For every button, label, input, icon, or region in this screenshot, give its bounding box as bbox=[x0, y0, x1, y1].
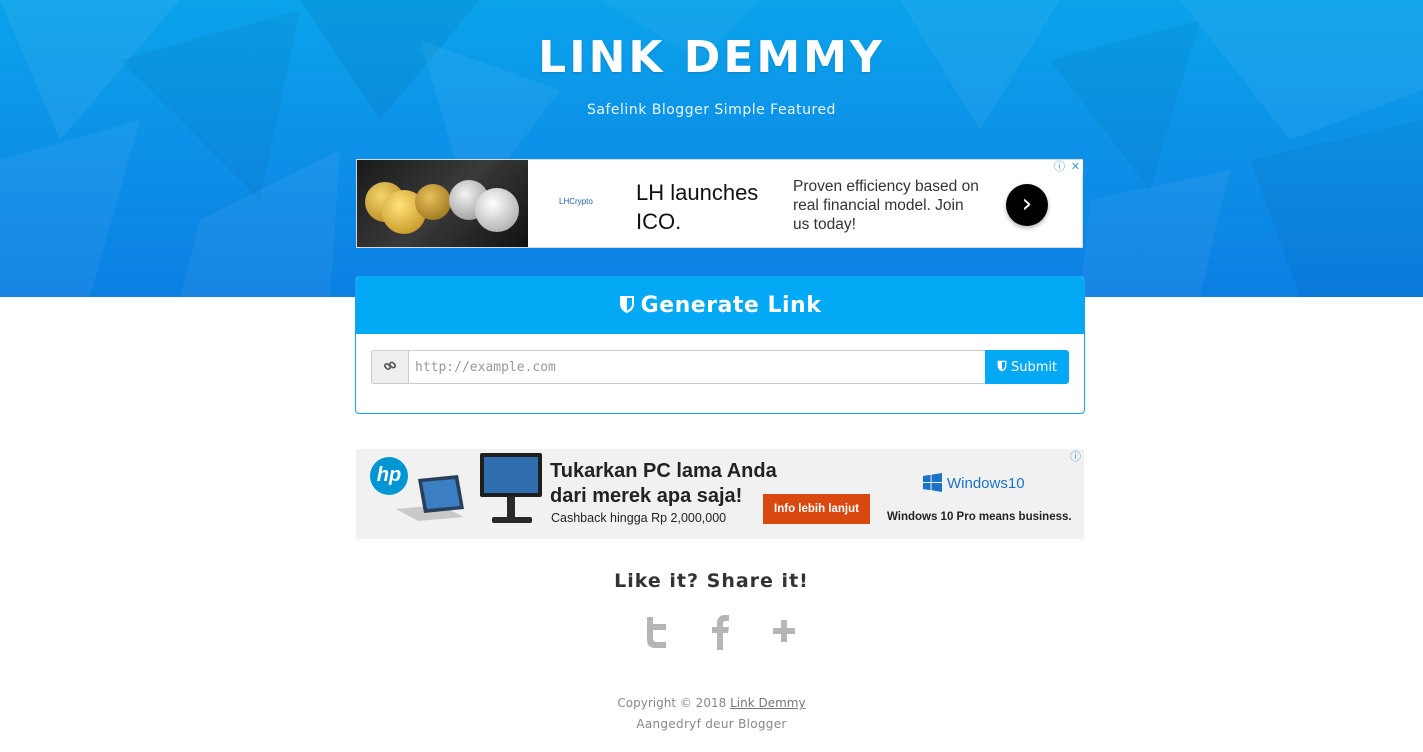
footer-copyright: Copyright © 2018 Link Demmy bbox=[0, 696, 1423, 710]
share-title: Like it? Share it! bbox=[614, 570, 809, 592]
footer-powered-by: Aangedryf deur Blogger bbox=[636, 717, 787, 731]
submit-button[interactable]: Submit bbox=[985, 350, 1069, 384]
info-icon[interactable]: ⓘ bbox=[1052, 160, 1067, 174]
ad-tagline[interactable]: Windows 10 Pro means business. bbox=[887, 511, 1072, 523]
url-input-group: Submit bbox=[371, 350, 1069, 384]
url-input[interactable] bbox=[409, 350, 986, 384]
submit-label: Submit bbox=[1011, 359, 1058, 375]
ad-banner-bottom[interactable]: hp Tukarkan PC lama Anda dari merek apa … bbox=[356, 449, 1084, 539]
link-icon bbox=[371, 350, 409, 384]
windows-brand[interactable]: Windows10 bbox=[923, 473, 1025, 493]
shield-icon bbox=[997, 360, 1007, 375]
ad-coins-image[interactable] bbox=[357, 160, 528, 247]
ad-cashback-text[interactable]: Cashback hingga Rp 2,000,000 bbox=[551, 511, 726, 525]
site-title: LINK DEMMY bbox=[538, 32, 885, 83]
copyright-text: Copyright © 2018 bbox=[617, 696, 727, 710]
chevron-right-icon[interactable]: › bbox=[1006, 184, 1048, 226]
ad-cta-button[interactable]: Info lebih lanjut bbox=[763, 494, 870, 524]
facebook-icon[interactable] bbox=[700, 612, 740, 652]
ad-body-text[interactable]: Proven efficiency based on real financia… bbox=[793, 177, 983, 234]
google-plus-icon[interactable] bbox=[764, 612, 804, 652]
info-icon[interactable]: ⓘ bbox=[1068, 450, 1083, 464]
windows-brand-label: Windows10 bbox=[947, 475, 1025, 492]
laptop-image[interactable] bbox=[392, 451, 552, 531]
shield-icon bbox=[619, 279, 635, 336]
twitter-icon[interactable] bbox=[636, 612, 676, 652]
footer-site-link[interactable]: Link Demmy bbox=[730, 696, 806, 710]
generate-link-panel: Generate Link Submit bbox=[355, 276, 1085, 414]
site-subtitle: Safelink Blogger Simple Featured bbox=[587, 102, 836, 118]
ad-banner-top[interactable]: LHCrypto LH launches ICO. Proven efficie… bbox=[356, 159, 1083, 248]
ad-headline[interactable]: LH launches ICO. bbox=[636, 178, 786, 236]
windows-logo-icon bbox=[923, 473, 942, 492]
panel-heading: Generate Link bbox=[356, 277, 1084, 334]
close-icon[interactable]: ✕ bbox=[1068, 160, 1083, 174]
ad-advertiser-logo[interactable]: LHCrypto bbox=[559, 197, 593, 206]
panel-title: Generate Link bbox=[640, 293, 822, 318]
